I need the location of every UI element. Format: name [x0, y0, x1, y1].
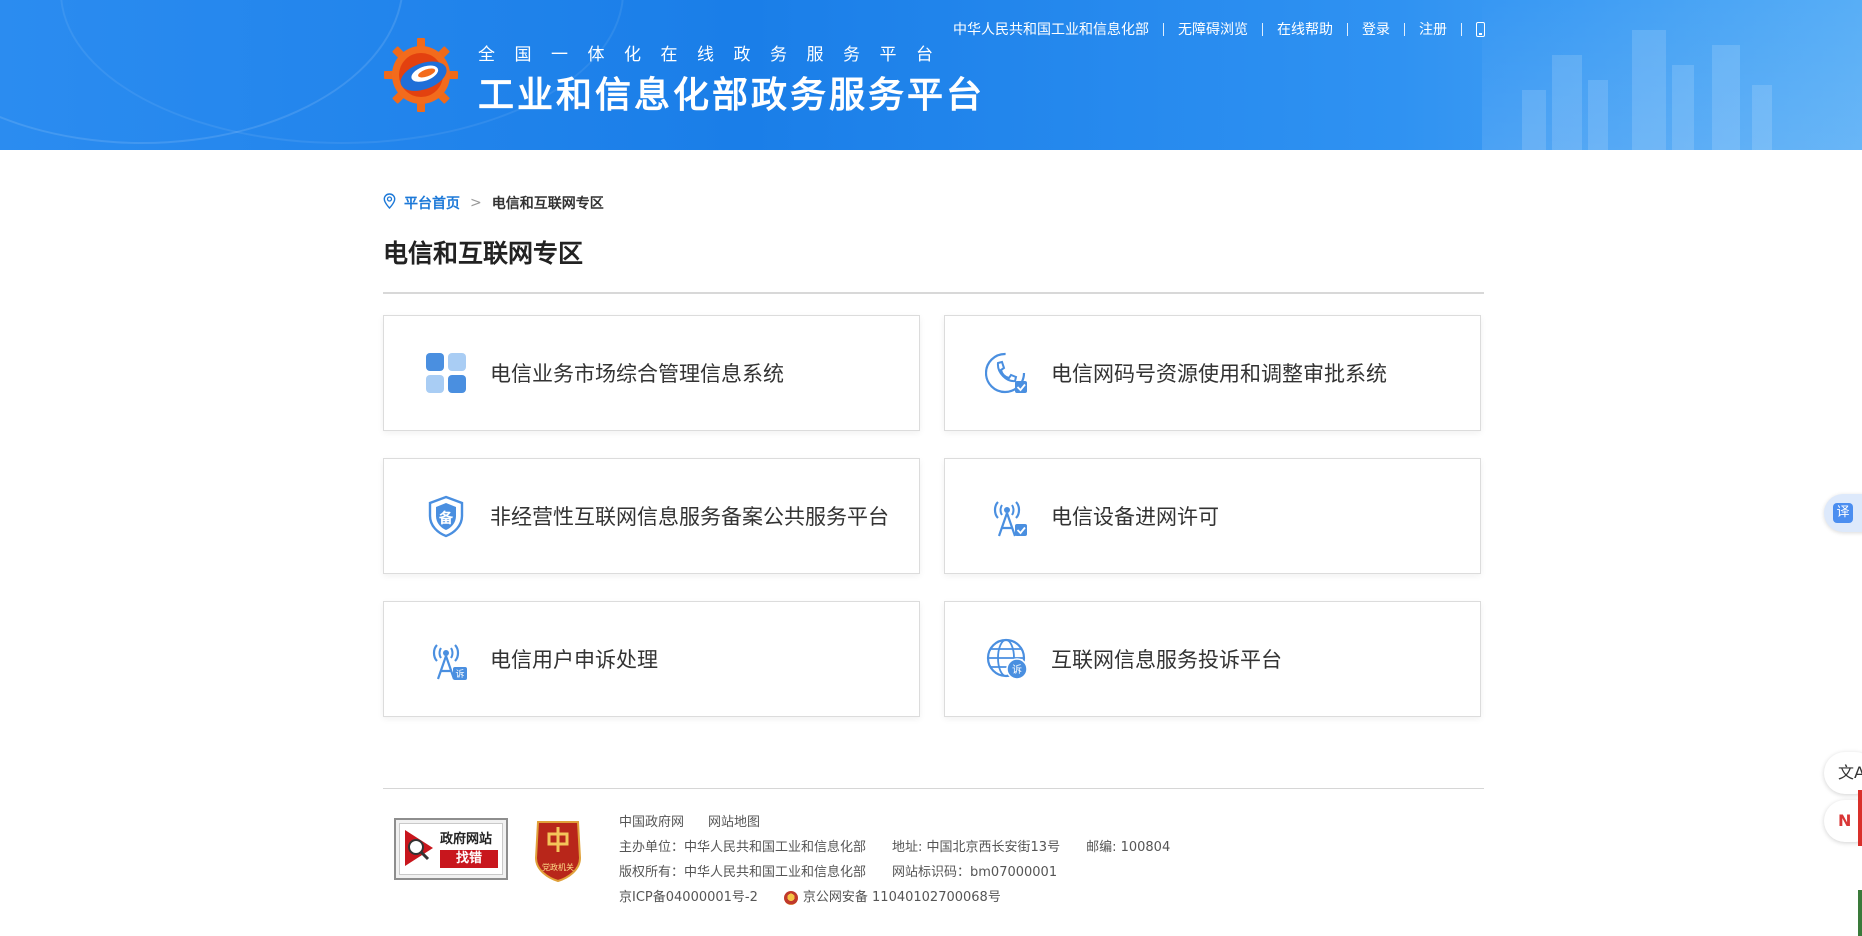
card-label: 电信网码号资源使用和调整审批系统	[1051, 362, 1387, 386]
breadcrumb: 平台首页 > 电信和互联网专区	[383, 193, 604, 213]
footer-postcode: 邮编: 100804	[1086, 840, 1171, 855]
card-number-resource-system[interactable]: 电信网码号资源使用和调整审批系统	[944, 315, 1481, 431]
tower-complaint-icon: 诉	[424, 637, 468, 681]
gov-badge-line2: 找错	[440, 850, 498, 868]
site-logo[interactable]	[383, 38, 461, 112]
breadcrumb-current: 电信和互联网专区	[491, 196, 604, 212]
floating-assistant-button[interactable]: N	[1824, 800, 1862, 842]
footer-address: 地址: 中国北京西长安街13号	[892, 840, 1061, 855]
magnifier-icon	[405, 830, 433, 866]
card-telecom-market-system[interactable]: 电信业务市场综合管理信息系统	[383, 315, 920, 431]
link-gov-cn[interactable]: 中国政府网	[619, 810, 684, 835]
login-link[interactable]: 登录	[1348, 19, 1404, 39]
card-label: 互联网信息服务投诉平台	[1051, 648, 1282, 672]
mobile-phone-icon[interactable]	[1476, 21, 1485, 37]
translate-icon: 译	[1833, 503, 1853, 523]
gov-site-error-badge[interactable]: 政府网站 找错	[394, 818, 508, 880]
breadcrumb-separator: >	[470, 195, 482, 211]
footer-divider	[383, 788, 1484, 789]
top-links: 中华人民共和国工业和信息化部 无障碍浏览 在线帮助 登录 注册	[939, 19, 1485, 39]
divider	[1461, 22, 1462, 36]
svg-text:诉: 诉	[455, 668, 464, 680]
globe-complaint-icon: 诉	[985, 637, 1029, 681]
link-accessibility[interactable]: 无障碍浏览	[1164, 19, 1262, 39]
header-title: 工业和信息化部政务服务平台	[478, 75, 986, 116]
gov-badge-line1: 政府网站	[440, 832, 493, 847]
footer-host: 主办单位：中华人民共和国工业和信息化部	[619, 840, 867, 855]
footer-info: 中国政府网 网站地图 主办单位：中华人民共和国工业和信息化部 地址: 中国北京西…	[619, 810, 1170, 910]
card-label: 电信设备进网许可	[1051, 505, 1219, 529]
assistant-icon: N	[1838, 811, 1852, 830]
footer-police-record-link[interactable]: 京公网安备 11040102700068号	[803, 885, 1001, 910]
card-label: 电信用户申诉处理	[490, 648, 658, 672]
svg-text:备: 备	[438, 510, 454, 527]
location-pin-icon	[383, 193, 396, 213]
link-sitemap[interactable]: 网站地图	[708, 810, 760, 835]
edge-indicator	[1858, 890, 1862, 936]
header-subtitle: 全国一体化在线政务服务平台	[478, 45, 953, 65]
tower-check-icon	[985, 494, 1029, 538]
svg-text:诉: 诉	[1012, 663, 1022, 676]
card-user-complaint[interactable]: 诉 电信用户申诉处理	[383, 601, 920, 717]
shield-bei-icon: 备	[424, 494, 468, 538]
header-banner: 全国一体化在线政务服务平台 工业和信息化部政务服务平台 中华人民共和国工业和信息…	[0, 0, 1862, 150]
phone-check-icon	[984, 351, 1029, 395]
police-badge-icon	[783, 890, 798, 905]
footer-copyright: 版权所有：中华人民共和国工业和信息化部	[619, 865, 867, 880]
register-link[interactable]: 注册	[1405, 19, 1461, 39]
grid-blocks-icon	[424, 351, 468, 395]
title-divider	[383, 292, 1484, 294]
page-title: 电信和互联网专区	[383, 239, 584, 268]
party-badge-text: 党政机关	[542, 863, 574, 872]
card-device-network-license[interactable]: 电信设备进网许可	[944, 458, 1481, 574]
card-icp-filing-platform[interactable]: 备 非经营性互联网信息服务备案公共服务平台	[383, 458, 920, 574]
floating-translate-tool-button[interactable]: 文A	[1824, 752, 1862, 794]
card-internet-complaint-platform[interactable]: 诉 互联网信息服务投诉平台	[944, 601, 1481, 717]
card-label: 电信业务市场综合管理信息系统	[490, 362, 784, 386]
link-miit[interactable]: 中华人民共和国工业和信息化部	[939, 19, 1163, 39]
footer-icp-link[interactable]: 京ICP备04000001号-2	[619, 885, 758, 910]
breadcrumb-home-link[interactable]: 平台首页	[404, 193, 460, 213]
footer-site-id: 网站标识码：bm07000001	[892, 865, 1058, 880]
edge-indicator	[1858, 790, 1862, 846]
link-online-help[interactable]: 在线帮助	[1263, 19, 1347, 39]
header-cityscape	[1482, 0, 1862, 150]
party-gov-badge[interactable]: 党政机关	[532, 818, 584, 883]
translate-button[interactable]: 译	[1824, 494, 1862, 532]
language-icon: 文A	[1838, 763, 1862, 782]
card-label: 非经营性互联网信息服务备案公共服务平台	[490, 505, 889, 529]
